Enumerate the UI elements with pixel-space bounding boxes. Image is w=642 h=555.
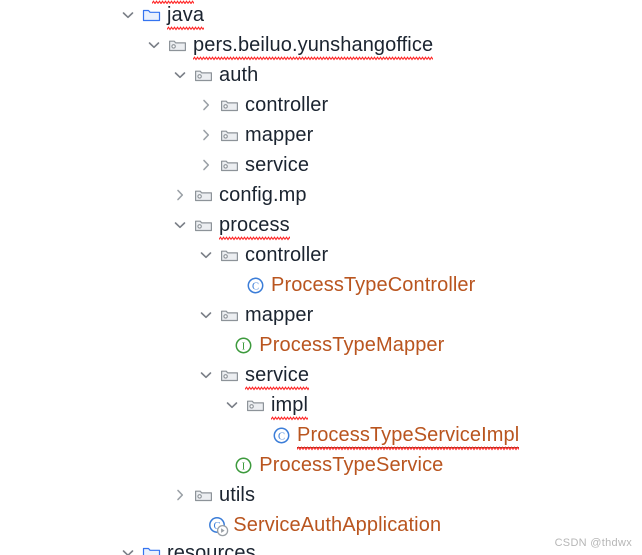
tree-row-label: service	[245, 154, 310, 176]
tree-row-label: service	[245, 364, 310, 391]
tree-row-label: mapper	[245, 124, 314, 146]
chevron-down-icon[interactable]	[172, 217, 188, 233]
tree-row-label: ProcessTypeController	[271, 274, 476, 296]
tree-row[interactable]: pers.beiluo.yunshangoffice	[0, 30, 642, 61]
tree-row[interactable]: resources	[0, 540, 642, 555]
tree-row-label: config.mp	[219, 184, 307, 206]
package-icon	[220, 306, 239, 325]
package-icon	[168, 36, 187, 55]
package-icon	[220, 96, 239, 115]
tree-row[interactable]: C ProcessTypeController	[0, 270, 642, 300]
package-icon	[194, 186, 213, 205]
twisty-placeholder	[212, 457, 228, 473]
package-icon	[220, 366, 239, 385]
tree-row-label: impl	[271, 394, 309, 421]
tree-row[interactable]: C ServiceAuthApplication	[0, 510, 642, 540]
tree-row[interactable]: process	[0, 210, 642, 241]
chevron-down-icon[interactable]	[198, 367, 214, 383]
tree-row[interactable]: mapper	[0, 120, 642, 150]
tree-row-label: java	[167, 4, 205, 31]
folder-blue-icon	[142, 544, 161, 555]
svg-text:C: C	[252, 281, 259, 292]
watermark-text: CSDN @thdwx	[554, 537, 632, 549]
twisty-placeholder	[224, 277, 240, 293]
chevron-down-icon[interactable]	[146, 37, 162, 53]
java-class-icon: C	[246, 276, 265, 295]
tree-row-label: ProcessTypeService	[259, 454, 444, 476]
chevron-down-icon[interactable]	[224, 397, 240, 413]
java-interface-icon: I	[234, 336, 253, 355]
tree-row[interactable]: auth	[0, 60, 642, 90]
tree-row[interactable]: config.mp	[0, 180, 642, 210]
chevron-down-icon[interactable]	[172, 67, 188, 83]
twisty-placeholder	[186, 517, 202, 533]
chevron-right-icon[interactable]	[172, 187, 188, 203]
tree-row-label: mapper	[245, 304, 314, 326]
tree-row[interactable]: service	[0, 360, 642, 391]
svg-text:C: C	[278, 431, 285, 442]
folder-blue-icon	[142, 6, 161, 25]
chevron-down-icon[interactable]	[198, 307, 214, 323]
tree-row-label: ProcessTypeMapper	[259, 334, 445, 356]
spring-boot-class-icon: C	[208, 516, 229, 536]
chevron-right-icon[interactable]	[198, 97, 214, 113]
package-icon	[194, 216, 213, 235]
chevron-right-icon[interactable]	[172, 487, 188, 503]
tree-row[interactable]: controller	[0, 240, 642, 270]
package-icon	[194, 66, 213, 85]
package-icon	[220, 156, 239, 175]
svg-text:I: I	[242, 461, 246, 472]
chevron-down-icon[interactable]	[120, 545, 136, 555]
tree-row-label: resources	[167, 542, 256, 555]
tree-row[interactable]: mapper	[0, 300, 642, 330]
tree-row[interactable]: I ProcessTypeMapper	[0, 330, 642, 360]
tree-row[interactable]: java	[0, 0, 642, 31]
package-icon	[194, 486, 213, 505]
tree-row-label: pers.beiluo.yunshangoffice	[193, 34, 434, 61]
chevron-down-icon[interactable]	[198, 247, 214, 263]
tree-row-label: ServiceAuthApplication	[233, 514, 442, 536]
svg-text:I: I	[242, 341, 246, 352]
tree-row-label: controller	[245, 94, 329, 116]
clipped-tree-row-resources[interactable]: resources	[0, 540, 642, 555]
tree-row[interactable]: C ProcessTypeServiceImpl	[0, 420, 642, 451]
package-icon	[220, 126, 239, 145]
tree-row[interactable]: I ProcessTypeService	[0, 450, 642, 480]
package-icon	[220, 246, 239, 265]
project-tree[interactable]: java pers.beiluo.yunshangoffice auth contro…	[0, 0, 642, 540]
tree-row-label: auth	[219, 64, 259, 86]
chevron-right-icon[interactable]	[198, 127, 214, 143]
chevron-right-icon[interactable]	[198, 157, 214, 173]
tree-row-label: utils	[219, 484, 256, 506]
tree-row[interactable]: impl	[0, 390, 642, 421]
java-class-icon: C	[272, 426, 291, 445]
tree-row-label: ProcessTypeServiceImpl	[297, 424, 520, 451]
twisty-placeholder	[250, 427, 266, 443]
tree-row[interactable]: utils	[0, 480, 642, 510]
tree-row-label: controller	[245, 244, 329, 266]
package-icon	[246, 396, 265, 415]
twisty-placeholder	[212, 337, 228, 353]
tree-row-label: process	[219, 214, 290, 241]
tree-row[interactable]: service	[0, 150, 642, 180]
java-interface-icon: I	[234, 456, 253, 475]
chevron-down-icon[interactable]	[120, 7, 136, 23]
tree-row[interactable]: controller	[0, 90, 642, 120]
